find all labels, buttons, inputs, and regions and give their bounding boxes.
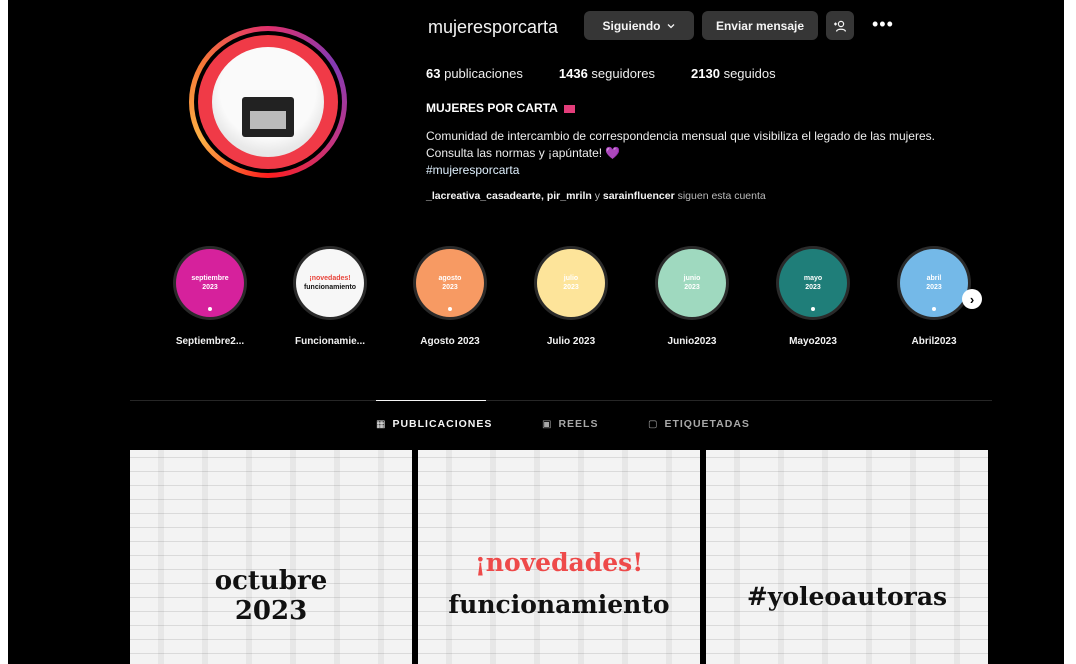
post-thumbnail[interactable]: octubre 2023 (130, 450, 412, 664)
profile-stats: 63 publicaciones 1436 seguidores 2130 se… (426, 66, 776, 81)
tagged-icon: ▢ (648, 418, 659, 430)
tabs-divider (130, 400, 992, 401)
highlight-item[interactable]: agosto 2023 Agosto 2023 (405, 246, 495, 347)
highlight-label: Abril2023 (911, 336, 957, 347)
reels-icon: ▣ (542, 418, 553, 430)
add-user-icon (834, 20, 847, 32)
post-title: ¡novedades! funcionamiento (448, 548, 670, 619)
instagram-profile-page: mujeresporcarta Siguiendo Enviar mensaje… (8, 0, 1064, 664)
more-options-icon[interactable]: ••• (872, 14, 894, 35)
profile-avatar[interactable] (189, 26, 347, 178)
chevron-down-icon (667, 23, 674, 28)
highlight-item[interactable]: julio 2023 Julio 2023 (526, 246, 616, 347)
highlight-cover: agosto 2023 (416, 249, 484, 317)
grid-icon: ▦ (376, 418, 387, 430)
highlight-label: Agosto 2023 (420, 336, 480, 347)
highlight-label: Julio 2023 (546, 336, 596, 347)
highlight-cover: abril 2023 (900, 249, 968, 317)
tab-etiquetadas[interactable]: ▢ ETIQUETADAS (648, 418, 750, 430)
highlight-label: Mayo2023 (789, 336, 837, 347)
suggest-users-button[interactable] (826, 11, 854, 40)
profile-username: mujeresporcarta (428, 17, 559, 37)
followers-stat[interactable]: 1436 seguidores (559, 66, 655, 81)
highlight-cover: ¡novedades! funcionamiento (296, 249, 364, 317)
highlight-cover: septiembre 2023 (176, 249, 244, 317)
following-button-label: Siguiendo (602, 18, 661, 33)
highlight-cover: junio 2023 (658, 249, 726, 317)
highlight-item[interactable]: mayo 2023 Mayo2023 (768, 246, 858, 347)
profile-bio: Comunidad de intercambio de corresponden… (426, 128, 986, 179)
post-title: octubre 2023 (214, 566, 328, 626)
highlight-label: Junio2023 (667, 336, 717, 347)
highlight-label: Funcionamie... (294, 336, 365, 347)
highlight-item[interactable]: ¡novedades! funcionamiento Funcionamie... (285, 246, 375, 347)
profile-display-name: MUJERES POR CARTA (426, 101, 575, 115)
posts-stat[interactable]: 63 publicaciones (426, 66, 523, 81)
post-thumbnail[interactable]: #yoleoautoras (706, 450, 988, 664)
following-button[interactable]: Siguiendo (584, 11, 694, 40)
highlight-cover: julio 2023 (537, 249, 605, 317)
following-stat[interactable]: 2130 seguidos (691, 66, 776, 81)
highlight-cover: mayo 2023 (779, 249, 847, 317)
active-tab-indicator (376, 400, 486, 401)
post-thumbnail[interactable]: ¡novedades! funcionamiento (418, 450, 700, 664)
highlight-item[interactable]: junio 2023 Junio2023 (647, 246, 737, 347)
followed-by-note[interactable]: _lacreativa_casadearte, pir_mriln y sara… (426, 190, 766, 202)
avatar-photo (212, 47, 324, 157)
post-title: #yoleoautoras (746, 582, 948, 611)
tab-reels[interactable]: ▣ REELS (542, 418, 598, 430)
tab-publicaciones[interactable]: ▦ PUBLICACIONES (376, 418, 492, 430)
highlight-item[interactable]: septiembre 2023 Septiembre2... (165, 246, 255, 347)
highlight-label: Septiembre2... (175, 336, 245, 347)
envelope-heart-icon (563, 104, 575, 113)
send-message-button[interactable]: Enviar mensaje (702, 11, 818, 40)
hashtag-link[interactable]: #mujeresporcarta (426, 162, 986, 179)
chevron-right-icon[interactable]: › (962, 289, 982, 309)
